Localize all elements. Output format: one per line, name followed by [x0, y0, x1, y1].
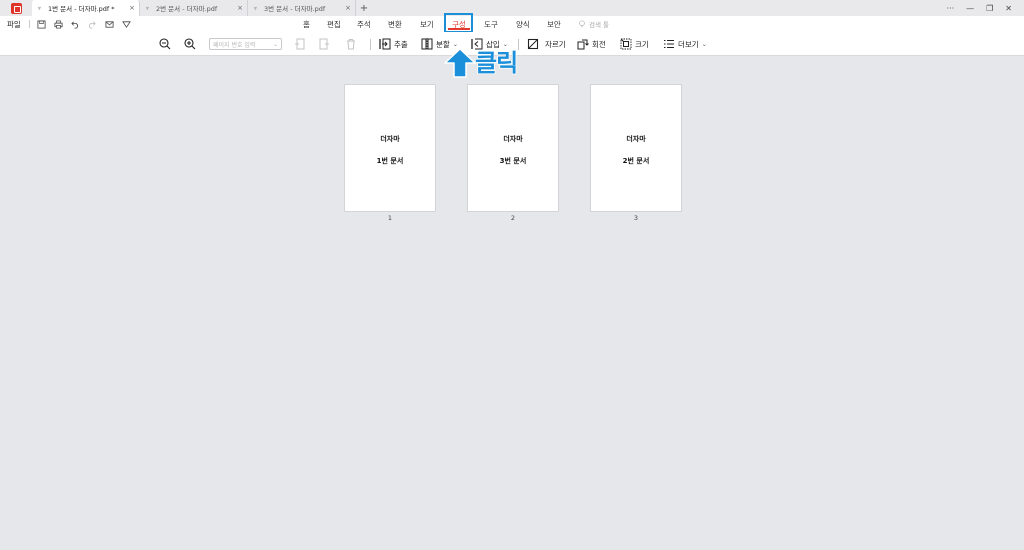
menu-home[interactable]: 홈	[303, 19, 310, 30]
window-controls: ··· — ❐ ✕	[946, 0, 1024, 16]
split-icon	[421, 38, 433, 50]
divider	[29, 20, 30, 28]
tab-label: 1번 문서 - 더자마.pdf *	[48, 5, 115, 13]
pdf-file-icon: ⩔	[37, 4, 42, 12]
lightbulb-icon	[579, 20, 585, 28]
tab-close-icon[interactable]: ×	[237, 4, 243, 12]
undo-icon[interactable]	[70, 19, 80, 29]
page-thumbnail-3[interactable]: 더자마 2번 문서	[590, 84, 682, 212]
page-title: 더자마	[626, 135, 646, 143]
page-title: 더자마	[503, 135, 523, 143]
restore-icon[interactable]: ❐	[986, 4, 993, 13]
menu-edit[interactable]: 편집	[327, 19, 341, 30]
page-number-input[interactable]: 페이지 번호 입력 ⌄	[209, 38, 282, 50]
arrow-up-icon	[444, 48, 476, 78]
tab-document-1[interactable]: ⩔ 1번 문서 - 더자마.pdf * ×	[32, 0, 140, 16]
pdf-file-icon: ⩔	[253, 4, 258, 12]
tool-search-label: 검색 툴	[589, 21, 610, 29]
menu-view[interactable]: 보기	[420, 19, 434, 30]
file-menu[interactable]: 파일	[7, 19, 21, 30]
mail-icon[interactable]	[104, 19, 114, 29]
extract-button[interactable]: 추출	[379, 37, 408, 51]
print-icon[interactable]	[53, 19, 63, 29]
extract-icon	[379, 38, 391, 50]
more-label: 더보기	[678, 39, 699, 49]
rotate-label: 회전	[592, 39, 606, 49]
annotation-highlight-box	[444, 13, 473, 33]
crop-label: 자르기	[545, 39, 566, 49]
menu-comment[interactable]: 주석	[357, 19, 371, 30]
menu-bar: 파일 홈 편집 주석 변환 보기 구성 도구 양식 보안 검색 툴	[0, 16, 1024, 32]
page-title: 더자마	[380, 135, 400, 143]
trash-icon	[347, 39, 355, 50]
page-document-name: 2번 문서	[622, 157, 650, 165]
annotation-text: 클릭	[474, 48, 519, 77]
click-annotation: 클릭	[443, 47, 538, 79]
tab-label: 2번 문서 - 더자마.pdf	[156, 5, 218, 13]
rotate-icon	[577, 39, 589, 50]
resize-icon	[620, 38, 632, 50]
page-number-label: 2	[510, 214, 516, 222]
redo-icon[interactable]	[86, 19, 96, 29]
page-thumbnail-1[interactable]: 더자마 1번 문서	[344, 84, 436, 212]
zoom-out-button[interactable]	[159, 37, 171, 51]
tool-search[interactable]: 검색 툴	[578, 19, 609, 29]
tab-label: 3번 문서 - 더자마.pdf	[264, 5, 326, 13]
zoom-out-icon	[159, 38, 171, 50]
tab-document-3[interactable]: ⩔ 3번 문서 - 더자마.pdf ×	[248, 0, 356, 16]
page-number-placeholder: 페이지 번호 입력	[213, 41, 256, 49]
rotate-button[interactable]: 회전	[577, 37, 606, 51]
delete-page-button[interactable]	[345, 37, 357, 51]
close-window-icon[interactable]: ✕	[1005, 4, 1012, 13]
minimize-icon[interactable]: —	[966, 4, 974, 13]
tab-document-2[interactable]: ⩔ 2번 문서 - 더자마.pdf ×	[140, 0, 248, 16]
list-icon	[664, 39, 674, 49]
extract-label: 추출	[394, 39, 408, 49]
zoom-in-button[interactable]	[184, 37, 196, 51]
tab-close-icon[interactable]: ×	[129, 4, 135, 12]
divider	[370, 39, 371, 50]
menu-security[interactable]: 보안	[547, 19, 561, 30]
menu-forms[interactable]: 양식	[516, 19, 530, 30]
chevron-down-icon: ⌄	[272, 40, 278, 48]
menu-convert[interactable]: 변환	[388, 19, 402, 30]
menu-tools[interactable]: 도구	[484, 19, 498, 30]
insert-page-after-button[interactable]	[318, 37, 330, 51]
tab-strip: ⩔ 1번 문서 - 더자마.pdf * × ⩔ 2번 문서 - 더자마.pdf …	[0, 0, 1024, 16]
page-left-icon	[295, 38, 305, 50]
pdf-file-icon: ⩔	[145, 4, 150, 12]
insert-page-before-button[interactable]	[294, 37, 306, 51]
resize-label: 크기	[635, 39, 649, 49]
more-options-icon[interactable]: ···	[946, 4, 954, 13]
zoom-in-icon	[184, 38, 196, 50]
app-logo-icon[interactable]	[0, 0, 32, 16]
dropdown-icon[interactable]	[121, 19, 131, 29]
tab-close-icon[interactable]: ×	[345, 4, 351, 12]
page-thumbnail-2[interactable]: 더자마 3번 문서	[467, 84, 559, 212]
resize-button[interactable]: 크기	[620, 37, 649, 51]
chevron-down-icon: ⌄	[701, 40, 707, 48]
page-document-name: 3번 문서	[499, 157, 527, 165]
page-right-icon	[319, 38, 329, 50]
more-button[interactable]: 더보기 ⌄	[663, 37, 707, 51]
page-number-label: 1	[387, 214, 393, 222]
new-tab-button[interactable]: +	[356, 0, 372, 16]
page-number-label: 3	[633, 214, 639, 222]
page-document-name: 1번 문서	[376, 157, 404, 165]
save-icon[interactable]	[36, 19, 46, 29]
